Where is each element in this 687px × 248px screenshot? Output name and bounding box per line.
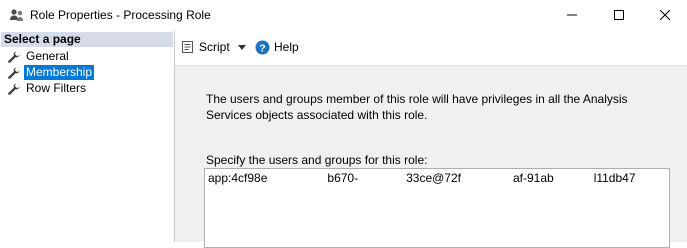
chevron-down-icon[interactable] bbox=[237, 44, 246, 50]
maximize-button[interactable] bbox=[596, 0, 642, 30]
member-segment: b670- bbox=[327, 171, 359, 185]
title-bar: Role Properties - Processing Role bbox=[0, 0, 687, 30]
member-segment: app:4cf98e bbox=[208, 171, 268, 185]
page-item-row-filters[interactable]: Row Filters bbox=[0, 81, 172, 97]
window-title: Role Properties - Processing Role bbox=[30, 8, 211, 22]
redaction-block bbox=[267, 172, 328, 182]
select-page-header: Select a page bbox=[1, 32, 173, 47]
page-item-label: Membership bbox=[24, 65, 95, 80]
script-icon bbox=[182, 41, 193, 53]
script-label: Script bbox=[199, 40, 230, 54]
page-item-membership[interactable]: Membership bbox=[0, 65, 172, 81]
member-segment: l11db47 bbox=[593, 171, 636, 185]
help-button[interactable]: ? Help bbox=[255, 39, 299, 55]
close-icon bbox=[660, 10, 670, 20]
redaction-block bbox=[460, 172, 513, 182]
redaction-block bbox=[553, 172, 594, 182]
page-item-label: General bbox=[26, 49, 69, 63]
page-item-label: Row Filters bbox=[26, 81, 87, 95]
script-button[interactable]: Script bbox=[181, 39, 246, 55]
minimize-icon bbox=[567, 14, 577, 16]
toolbar: Script ? Help bbox=[175, 31, 687, 66]
wrench-icon bbox=[7, 83, 20, 96]
page-item-general[interactable]: General bbox=[0, 49, 172, 65]
members-label: Specify the users and groups for this ro… bbox=[206, 153, 428, 167]
wrench-icon bbox=[7, 67, 20, 80]
members-list[interactable]: app:4cf98e b670- 33ce@72f af-91ab l11db47 bbox=[204, 168, 670, 248]
maximize-icon bbox=[614, 10, 624, 20]
wrench-icon bbox=[7, 51, 20, 64]
redaction-block bbox=[358, 172, 407, 182]
content-pane: Script ? Help The users and groups membe… bbox=[175, 31, 687, 248]
member-segment: af-91ab bbox=[512, 171, 554, 185]
role-users-icon bbox=[10, 9, 23, 21]
minimize-button[interactable] bbox=[549, 0, 595, 30]
member-segment: 33ce@72f bbox=[406, 171, 461, 185]
help-label: Help bbox=[274, 40, 299, 54]
list-item[interactable]: app:4cf98e b670- 33ce@72f af-91ab l11db47 bbox=[208, 171, 636, 185]
svg-text:?: ? bbox=[259, 42, 265, 54]
role-description: The users and groups member of this role… bbox=[206, 92, 628, 122]
help-icon: ? bbox=[255, 40, 270, 54]
close-button[interactable] bbox=[642, 0, 687, 30]
